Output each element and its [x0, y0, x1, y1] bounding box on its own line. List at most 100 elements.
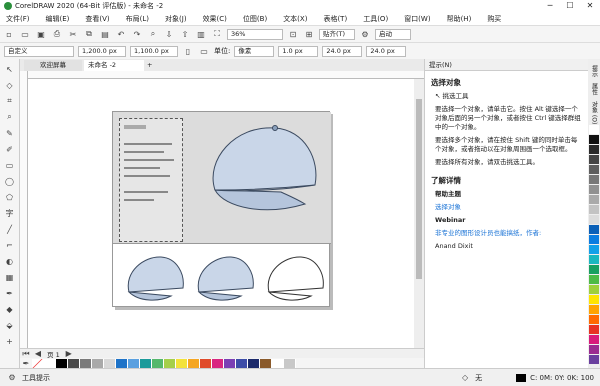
search-icon[interactable]: ⌕ — [147, 28, 159, 40]
pick-tool-icon[interactable]: ↖ — [3, 63, 17, 75]
palette-swatch[interactable] — [589, 315, 599, 325]
paste-icon[interactable]: ▤ — [99, 28, 111, 40]
palette-swatch[interactable] — [589, 145, 599, 155]
scroll-thumb[interactable] — [416, 99, 422, 279]
menu-bitmaps[interactable]: 位图(B) — [243, 14, 267, 24]
maximize-button[interactable]: ☐ — [560, 0, 580, 12]
palette-swatch[interactable] — [589, 195, 599, 205]
palette-swatch[interactable] — [589, 275, 599, 285]
new-document-icon[interactable]: ▫ — [3, 28, 15, 40]
eyedropper-icon[interactable]: ✒ — [3, 287, 17, 299]
menu-effects[interactable]: 效果(C) — [203, 14, 227, 24]
zoom-page-icon[interactable]: ⊞ — [303, 28, 315, 40]
palette-swatch[interactable] — [589, 125, 599, 135]
save-icon[interactable]: ▣ — [35, 28, 47, 40]
cut-icon[interactable]: ✂ — [67, 28, 79, 40]
palette-swatch[interactable] — [284, 358, 296, 368]
palette-swatch[interactable] — [589, 215, 599, 225]
tab-document[interactable]: 未命名 -2 — [84, 60, 144, 71]
polygon-tool-icon[interactable]: ⬠ — [3, 191, 17, 203]
palette-swatch[interactable] — [56, 358, 68, 368]
nudge-distance-field[interactable]: 1.0 px — [278, 45, 319, 57]
palette-swatch[interactable] — [224, 358, 236, 368]
minimize-button[interactable]: ─ — [540, 0, 560, 12]
palette-swatch[interactable] — [589, 225, 599, 235]
vertical-ruler[interactable] — [20, 71, 28, 358]
redo-icon[interactable]: ↷ — [131, 28, 143, 40]
palette-swatch[interactable] — [589, 235, 599, 245]
palette-swatch[interactable] — [80, 358, 92, 368]
snap-to-select[interactable]: 贴齐(T) — [319, 28, 355, 40]
connector-tool-icon[interactable]: ⌐ — [3, 239, 17, 251]
palette-swatch[interactable] — [589, 255, 599, 265]
palette-swatch[interactable] — [248, 358, 260, 368]
drawing-canvas[interactable] — [28, 79, 414, 348]
artistic-media-icon[interactable]: ✐ — [3, 143, 17, 155]
side-tab-objects[interactable]: 对象 (O) — [590, 101, 599, 124]
palette-swatch[interactable] — [164, 358, 176, 368]
open-folder-icon[interactable]: ▭ — [19, 28, 31, 40]
horizontal-ruler[interactable] — [28, 71, 424, 79]
palette-swatch[interactable] — [589, 205, 599, 215]
menu-text[interactable]: 文本(X) — [283, 14, 307, 24]
palette-swatch[interactable] — [589, 155, 599, 165]
palette-swatch[interactable] — [589, 335, 599, 345]
gear-icon[interactable]: ⚙ — [359, 28, 371, 40]
palette-swatch[interactable] — [188, 358, 200, 368]
vertical-scrollbar[interactable] — [414, 79, 424, 348]
palette-swatch[interactable] — [200, 358, 212, 368]
zoom-tool-icon[interactable]: ⌕ — [3, 111, 17, 123]
shape-tool-icon[interactable]: ◇ — [3, 79, 17, 91]
smart-fill-icon[interactable]: ⬙ — [3, 319, 17, 331]
ellipse-tool-icon[interactable]: ◯ — [3, 175, 17, 187]
close-button[interactable]: ✕ — [580, 0, 600, 12]
palette-swatch[interactable] — [260, 358, 272, 368]
freehand-tool-icon[interactable]: ✎ — [3, 127, 17, 139]
menu-layout[interactable]: 布局(L) — [126, 14, 149, 24]
duplicate-x-field[interactable]: 24.0 px — [322, 45, 363, 57]
palette-swatch[interactable] — [589, 185, 599, 195]
portrait-icon[interactable]: ▯ — [182, 45, 194, 57]
line-tool-icon[interactable]: ╱ — [3, 223, 17, 235]
add-tool-icon[interactable]: + — [3, 335, 17, 347]
page-tab[interactable]: 页 1 — [44, 349, 63, 359]
fill-tool-icon[interactable]: ◆ — [3, 303, 17, 315]
palette-swatch[interactable] — [589, 305, 599, 315]
side-tab-properties[interactable]: 属性 — [590, 83, 599, 95]
fullscreen-icon[interactable]: ⛶ — [211, 28, 223, 40]
palette-swatch[interactable] — [212, 358, 224, 368]
pdf-icon[interactable]: ▥ — [195, 28, 207, 40]
text-tool-icon[interactable]: 字 — [3, 207, 17, 219]
new-tab-button[interactable]: + — [144, 60, 156, 71]
palette-swatch[interactable] — [589, 295, 599, 305]
page-height-field[interactable]: 1,100.0 px — [130, 45, 178, 57]
palette-swatch[interactable] — [589, 355, 599, 365]
undo-icon[interactable]: ↶ — [115, 28, 127, 40]
menu-object[interactable]: 对象(J) — [165, 14, 187, 24]
launch-select[interactable]: 启动 — [375, 28, 411, 40]
page-preset-select[interactable]: 自定义 — [4, 45, 74, 57]
zoom-fit-icon[interactable]: ⊡ — [287, 28, 299, 40]
duplicate-y-field[interactable]: 24.0 px — [366, 45, 407, 57]
palette-swatch[interactable] — [104, 358, 116, 368]
transparency-tool-icon[interactable]: ▦ — [3, 271, 17, 283]
palette-swatch[interactable] — [44, 358, 56, 368]
palette-swatch[interactable] — [116, 358, 128, 368]
side-tab-hints[interactable]: 提示 — [590, 65, 599, 77]
units-select[interactable]: 像素 — [234, 45, 275, 57]
copy-icon[interactable]: ⧉ — [83, 28, 95, 40]
landscape-icon[interactable]: ▭ — [198, 45, 210, 57]
palette-swatch[interactable] — [128, 358, 140, 368]
rectangle-tool-icon[interactable]: ▭ — [3, 159, 17, 171]
menu-table[interactable]: 表格(T) — [323, 14, 347, 24]
palette-swatch[interactable] — [589, 325, 599, 335]
palette-swatch[interactable] — [236, 358, 248, 368]
palette-swatch[interactable] — [589, 285, 599, 295]
palette-swatch[interactable] — [589, 245, 599, 255]
gear-icon[interactable]: ⚙ — [6, 372, 18, 384]
tab-welcome[interactable]: 欢迎屏幕 — [24, 60, 82, 71]
menu-file[interactable]: 文件(F) — [6, 14, 30, 24]
zoom-level-select[interactable]: 36% — [227, 28, 283, 40]
palette-swatch[interactable] — [152, 358, 164, 368]
import-icon[interactable]: ⇩ — [163, 28, 175, 40]
